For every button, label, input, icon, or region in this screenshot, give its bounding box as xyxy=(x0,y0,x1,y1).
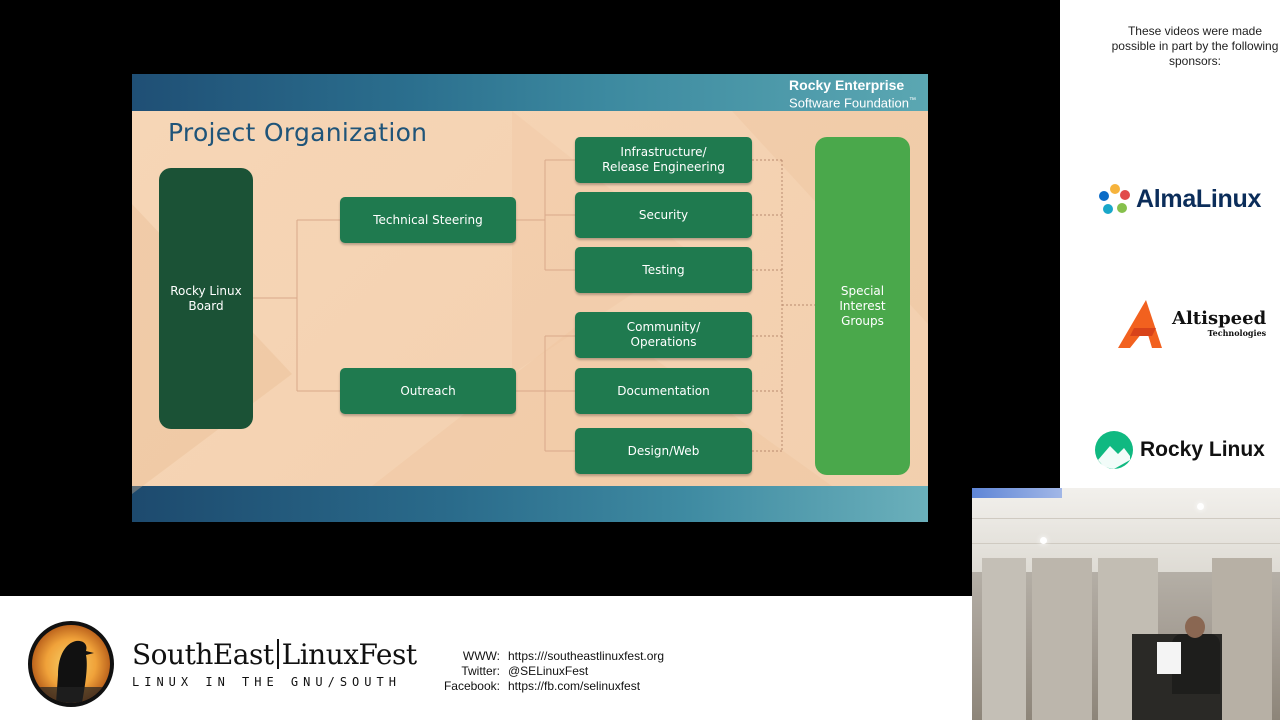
sponsor-panel: These videos were made possible in part … xyxy=(1060,0,1280,488)
camera-light-edge xyxy=(972,488,1062,498)
almalinux-logo-icon xyxy=(1099,184,1130,214)
event-info-bar: SouthEast LinuxFest LINUX IN THE GNU/SOUT… xyxy=(0,596,972,720)
sponsor-rocky-linux-name: Rocky Linux xyxy=(1140,438,1265,461)
sponsor-almalinux-name: AlmaLinux xyxy=(1136,184,1262,213)
wall-panel xyxy=(982,558,1026,720)
sponsor-altispeed-name: Altispeed xyxy=(1172,308,1267,329)
altispeed-logo-icon xyxy=(1118,300,1162,348)
node-documentation: Documentation xyxy=(575,368,752,414)
video-frame: Rocky Enterprise Software Foundation™ Pr… xyxy=(0,0,1060,596)
node-testing: Testing xyxy=(575,247,752,293)
contact-labels: WWW: Twitter: Facebook: xyxy=(444,649,500,694)
node-community: Community/ Operations xyxy=(575,312,752,358)
sponsor-altispeed-sub: Technologies xyxy=(1207,328,1267,338)
rocky-linux-logo-icon xyxy=(1095,431,1133,469)
sponsor-intro: These videos were made possible in part … xyxy=(1111,24,1279,68)
ceiling-grid-line xyxy=(972,543,1280,544)
ceiling-grid-line xyxy=(972,518,1280,519)
node-design-web: Design/Web xyxy=(575,428,752,474)
speaker-camera-feed xyxy=(972,488,1280,720)
twitter-handle[interactable]: @SELinuxFest xyxy=(508,664,664,679)
sponsor-altispeed: Altispeed Technologies xyxy=(1116,298,1266,350)
ceiling-light xyxy=(1040,537,1047,544)
facebook-label: Facebook: xyxy=(443,679,500,693)
self-penguin-logo-icon xyxy=(28,621,114,707)
www-label: WWW: xyxy=(462,649,500,663)
twitter-label: Twitter: xyxy=(461,664,500,678)
event-name-right: LinuxFest xyxy=(281,638,418,671)
event-tagline: LINUX IN THE GNU/SOUTH xyxy=(132,675,401,689)
node-infrastructure: Infrastructure/ Release Engineering xyxy=(575,137,752,183)
sponsor-rocky-linux: Rocky Linux xyxy=(1094,430,1265,470)
www-link[interactable]: https:///southeastlinuxfest.org xyxy=(508,649,664,664)
node-rocky-linux-board: Rocky Linux Board xyxy=(159,168,253,429)
node-special-interest-groups: Special Interest Groups xyxy=(815,137,910,475)
speaker-head xyxy=(1185,616,1205,638)
wall-panel xyxy=(1032,558,1092,720)
node-security: Security xyxy=(575,192,752,238)
node-technical-steering: Technical Steering xyxy=(340,197,516,243)
node-outreach: Outreach xyxy=(340,368,516,414)
sponsor-almalinux: AlmaLinux xyxy=(1098,182,1261,216)
ceiling-light xyxy=(1197,503,1204,510)
presentation-slide: Rocky Enterprise Software Foundation™ Pr… xyxy=(132,74,928,522)
event-name: SouthEast LinuxFest xyxy=(132,638,417,671)
contact-values: https:///southeastlinuxfest.org @SELinux… xyxy=(508,649,664,694)
event-name-left: SouthEast xyxy=(132,638,274,671)
podium-sign xyxy=(1157,642,1181,674)
facebook-link[interactable]: https://fb.com/selinuxfest xyxy=(508,679,664,694)
